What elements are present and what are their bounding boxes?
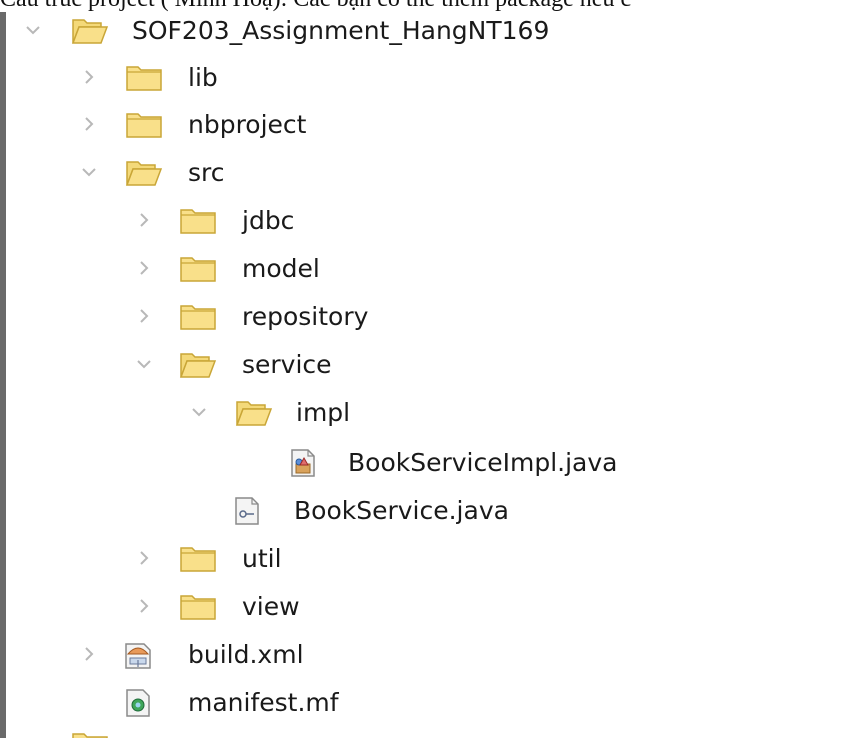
chevron-right-icon[interactable] <box>135 307 153 325</box>
tree-node-buildxml[interactable]: build.xml <box>0 632 845 679</box>
tree-node-model[interactable]: model <box>0 246 845 293</box>
tree-node-label: SOF203_Assignment_HangNT169 <box>132 16 550 45</box>
chevron-right-icon[interactable] <box>80 68 98 86</box>
tree-node-label: BookServiceImpl.java <box>348 448 618 477</box>
tree-node-manifest[interactable]: manifest.mf <box>0 680 845 727</box>
folder-open-icon <box>234 398 274 428</box>
tree-node-partial <box>0 726 845 738</box>
folder-open-icon <box>124 158 164 188</box>
chevron-right-icon[interactable] <box>80 115 98 133</box>
tree-node-label: jdbc <box>242 206 295 235</box>
folder-open-icon <box>70 16 110 46</box>
tree-node-label: BookService.java <box>294 496 509 525</box>
folder-icon <box>178 254 218 284</box>
tree-node-view[interactable]: view <box>0 584 845 631</box>
folder-icon <box>70 730 110 738</box>
tree-node-lib[interactable]: lib <box>0 55 845 102</box>
tree-node-root[interactable]: SOF203_Assignment_HangNT169 <box>0 8 845 55</box>
chevron-down-icon[interactable] <box>190 403 208 421</box>
chevron-down-icon[interactable] <box>80 163 98 181</box>
tree-node-label: service <box>242 350 332 379</box>
tree-node-nbproject[interactable]: nbproject <box>0 102 845 149</box>
tree-node-label: build.xml <box>188 640 304 669</box>
folder-icon <box>178 544 218 574</box>
tree-node-service[interactable]: service <box>0 342 845 389</box>
chevron-right-icon[interactable] <box>135 211 153 229</box>
tree-node-util[interactable]: util <box>0 536 845 583</box>
folder-icon <box>178 206 218 236</box>
tree-node-label: manifest.mf <box>188 688 339 717</box>
tree-node-label: repository <box>242 302 369 331</box>
folder-open-icon <box>178 350 218 380</box>
tree-node-label: impl <box>296 398 351 427</box>
tree-node-bookserviceimpl[interactable]: BookServiceImpl.java <box>0 440 845 487</box>
ant-build-file-icon <box>122 640 156 670</box>
tree-node-bookservice[interactable]: BookService.java <box>0 488 845 535</box>
chevron-right-icon[interactable] <box>135 259 153 277</box>
folder-icon <box>178 302 218 332</box>
tree-node-repository[interactable]: repository <box>0 294 845 341</box>
tree-node-label: nbproject <box>188 110 307 139</box>
java-interface-file-icon <box>232 496 264 526</box>
tree-node-impl[interactable]: impl <box>0 390 845 437</box>
chevron-right-icon[interactable] <box>80 645 98 663</box>
java-class-file-icon <box>288 448 320 478</box>
chevron-down-icon[interactable] <box>24 21 42 39</box>
folder-icon <box>124 63 164 93</box>
tree-node-label: view <box>242 592 300 621</box>
chevron-right-icon[interactable] <box>135 597 153 615</box>
tree-node-src[interactable]: src <box>0 150 845 197</box>
tree-node-label: model <box>242 254 320 283</box>
folder-icon <box>178 592 218 622</box>
folder-icon <box>124 110 164 140</box>
tree-node-jdbc[interactable]: jdbc <box>0 198 845 245</box>
tree-node-label: src <box>188 158 225 187</box>
tree-node-label: lib <box>188 63 218 92</box>
manifest-file-icon <box>122 688 154 718</box>
chevron-right-icon[interactable] <box>135 549 153 567</box>
chevron-down-icon[interactable] <box>135 355 153 373</box>
tree-node-label: util <box>242 544 282 573</box>
